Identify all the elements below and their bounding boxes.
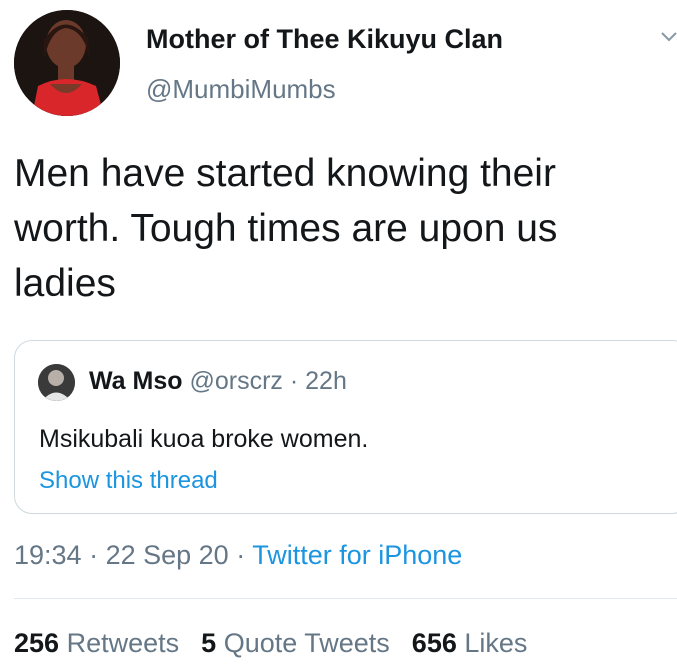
source-separator: · <box>228 540 253 570</box>
likes-count: 656 <box>411 628 457 658</box>
tweet-source[interactable]: Twitter for iPhone <box>252 540 462 570</box>
quote-tweets-count: 5 <box>201 628 217 658</box>
quoted-tweet-text: Msikubali kuoa broke women. <box>39 425 369 453</box>
avatar-photo <box>14 10 120 116</box>
tweet-timestamp: 19:34 · 22 Sep 20 · Twitter for iPhone <box>14 540 462 571</box>
likes-label: Likes <box>464 628 528 658</box>
quoted-author-name: Wa Mso <box>89 367 183 395</box>
tweet-stats: 256 Retweets 5 Quote Tweets 656 Likes <box>14 628 527 659</box>
retweets-count: 256 <box>14 628 60 658</box>
likes-stat[interactable]: 656 Likes <box>412 628 528 658</box>
quoted-avatar-photo <box>38 364 75 401</box>
author-avatar[interactable] <box>14 10 120 116</box>
quoted-separator: · <box>282 367 306 395</box>
tweet-text: Men have started knowing their worth. To… <box>14 152 558 305</box>
divider <box>14 598 677 599</box>
quoted-tweet-header: Wa Mso @orscrz · 22h <box>89 367 347 396</box>
chevron-down-icon[interactable] <box>660 28 677 46</box>
retweets-label: Retweets <box>66 628 180 658</box>
quoted-time: 22h <box>305 367 347 395</box>
quoted-author-avatar <box>38 364 75 401</box>
quoted-tweet-card[interactable]: Wa Mso @orscrz · 22h Msikubali kuoa brok… <box>14 340 677 514</box>
tweet-date[interactable]: 22 Sep 20 <box>106 540 229 570</box>
author-handle[interactable]: @MumbiMumbs <box>146 74 336 105</box>
quote-tweets-label: Quote Tweets <box>223 628 390 658</box>
tweet-time[interactable]: 19:34 <box>14 540 82 570</box>
author-display-name[interactable]: Mother of Thee Kikuyu Clan <box>146 24 503 55</box>
quoted-author-handle: @orscrz <box>189 367 283 395</box>
quote-tweets-stat[interactable]: 5 Quote Tweets <box>201 628 390 658</box>
timestamp-separator: · <box>81 540 106 570</box>
show-thread-link[interactable]: Show this thread <box>39 467 218 495</box>
retweets-stat[interactable]: 256 Retweets <box>14 628 179 658</box>
